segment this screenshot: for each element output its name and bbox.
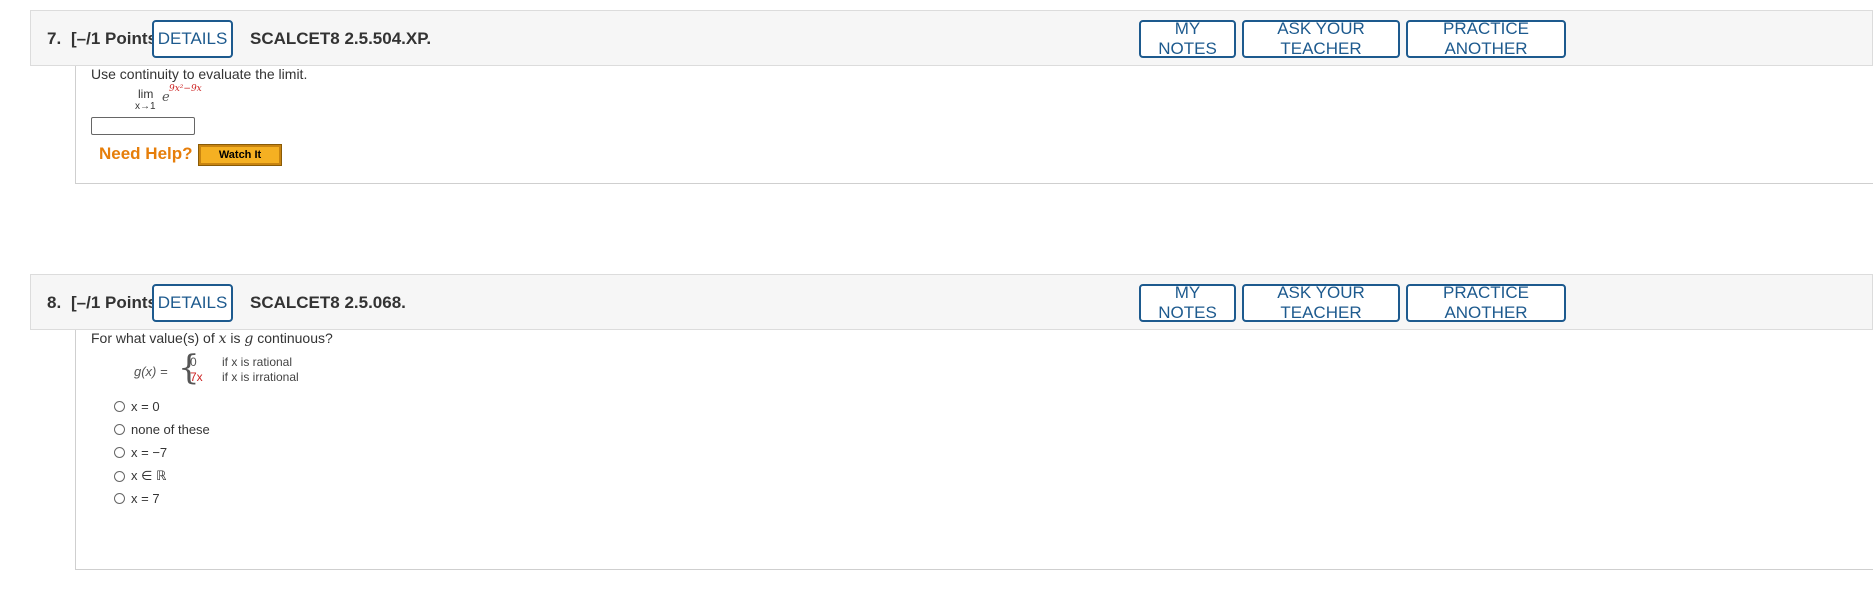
- piecewise-function: g(x) = { 0 if x is rational 7x if x is i…: [134, 348, 374, 392]
- option-row[interactable]: x ∈ ℝ: [114, 468, 166, 484]
- question-prompt: For what value(s) of x is g continuous?: [91, 330, 333, 347]
- limit-subscript: x→1: [135, 101, 156, 112]
- my-notes-button[interactable]: MY NOTES: [1139, 283, 1236, 322]
- question-points: [–/1 Points]: [71, 293, 163, 312]
- practice-another-button[interactable]: PRACTICE ANOTHER: [1406, 283, 1566, 322]
- need-help-label: Need Help?: [99, 144, 193, 163]
- radio-button[interactable]: [114, 401, 125, 412]
- option-label: x = −7: [131, 445, 168, 460]
- practice-another-button[interactable]: PRACTICE ANOTHER: [1406, 19, 1566, 58]
- question-prompt: Use continuity to evaluate the limit.: [91, 66, 308, 82]
- ask-your-teacher-button[interactable]: ASK YOUR TEACHER: [1242, 283, 1400, 322]
- prompt-var-x: x: [218, 331, 227, 347]
- radio-button[interactable]: [114, 470, 125, 482]
- case1-value: 0: [190, 355, 197, 369]
- answer-input[interactable]: [91, 117, 195, 135]
- question-7: 7. [–/1 Points] DETAILS SCALCET8 2.5.504…: [30, 10, 1873, 185]
- option-label: x = 7: [131, 491, 160, 506]
- my-notes-button[interactable]: MY NOTES: [1139, 19, 1236, 58]
- radio-button[interactable]: [114, 447, 125, 458]
- details-button[interactable]: DETAILS: [152, 284, 233, 322]
- watch-it-button[interactable]: Watch It: [198, 144, 282, 166]
- option-row[interactable]: x = 0: [114, 399, 160, 414]
- question-code: SCALCET8 2.5.504.XP.: [250, 29, 432, 48]
- question-header: 8. [–/1 Points] DETAILS SCALCET8 2.5.068…: [30, 274, 1873, 330]
- option-row[interactable]: x = −7: [114, 445, 167, 460]
- case2-value: 7x: [190, 370, 203, 384]
- details-button[interactable]: DETAILS: [152, 20, 233, 58]
- option-row[interactable]: x = 7: [114, 491, 160, 506]
- question-code: SCALCET8 2.5.068.: [250, 293, 406, 312]
- question-number: 7.: [47, 29, 62, 48]
- limit-expression: lim x→1 e 9x²−9x: [134, 84, 254, 114]
- ask-your-teacher-button[interactable]: ASK YOUR TEACHER: [1242, 19, 1400, 58]
- radio-button[interactable]: [114, 424, 125, 435]
- prompt-text-1: For what value(s) of: [91, 330, 219, 346]
- question-header: 7. [–/1 Points] DETAILS SCALCET8 2.5.504…: [30, 10, 1873, 66]
- option-row[interactable]: none of these: [114, 422, 210, 437]
- question-body: For what value(s) of x is g continuous? …: [75, 330, 1873, 570]
- question-points: [–/1 Points]: [71, 29, 163, 48]
- prompt-text-2: is: [226, 330, 245, 346]
- option-label: none of these: [131, 422, 210, 437]
- question-body: Use continuity to evaluate the limit. li…: [75, 66, 1873, 184]
- exp-exponent: 9x²−9x: [169, 84, 202, 94]
- radio-button[interactable]: [114, 493, 125, 504]
- prompt-text-3: continuous?: [253, 330, 333, 346]
- option-label: x ∈ ℝ: [131, 468, 167, 483]
- piecewise-lhs: g(x) =: [134, 364, 168, 379]
- question-8: 8. [–/1 Points] DETAILS SCALCET8 2.5.068…: [30, 274, 1873, 576]
- case1-condition: if x is rational: [222, 355, 293, 369]
- question-number: 8.: [47, 293, 62, 312]
- limit-label: lim: [138, 87, 154, 101]
- option-label: x = 0: [131, 399, 160, 414]
- case2-condition: if x is irrational: [222, 370, 299, 384]
